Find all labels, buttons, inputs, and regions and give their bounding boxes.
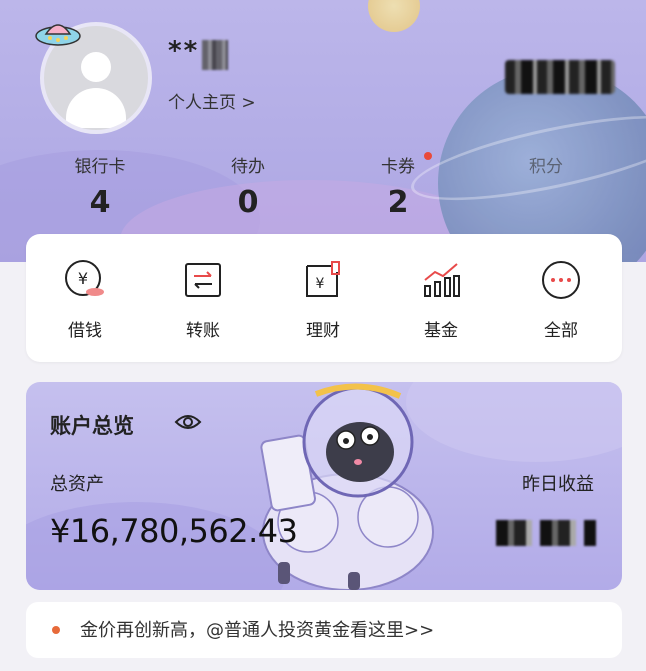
stat-todo[interactable]: 待办 0 (198, 152, 298, 220)
stat-label: 卡券 (381, 157, 415, 177)
notification-dot (424, 152, 432, 160)
stat-value: 4 (89, 185, 111, 220)
action-label: 转账 (186, 321, 220, 341)
news-notice-bar[interactable]: 金价再创新高，@普通人投资黄金看这里>> (26, 602, 622, 658)
stat-label: 银行卡 (74, 157, 126, 177)
masked-yesterday-earnings (496, 520, 596, 546)
svg-text:¥: ¥ (316, 276, 325, 292)
stat-value: 0 (237, 185, 259, 220)
bullet-dot (52, 626, 60, 634)
masked-info (505, 60, 615, 94)
action-label: 基金 (424, 321, 458, 341)
background-swirl (406, 382, 622, 462)
action-borrow[interactable]: ¥ 借钱 (40, 258, 130, 341)
fund-chart-icon (419, 258, 463, 302)
stats-row: 银行卡 4 待办 0 卡券 2 积分 (0, 152, 646, 232)
svg-text:¥: ¥ (78, 269, 88, 288)
account-overview-card[interactable]: 账户总览 总资产 ¥16,780,562.43 昨日收益 (26, 382, 622, 590)
masked-name (202, 40, 228, 70)
action-label: 全部 (544, 321, 578, 341)
eye-icon[interactable] (174, 412, 202, 432)
more-dots-icon (539, 258, 583, 302)
wealth-doc-icon: ¥ (301, 258, 345, 302)
overview-title: 账户总览 (50, 414, 134, 438)
action-transfer[interactable]: 转账 (158, 258, 248, 341)
quick-actions-grid: ¥ 借钱 转账 ¥ 理财 基金 全部 (26, 234, 622, 362)
yesterday-earnings-label: 昨日收益 (522, 474, 594, 495)
stat-label: 待办 (231, 157, 265, 177)
action-label: 借钱 (68, 321, 102, 341)
ufo-icon (35, 24, 81, 46)
stat-coupons[interactable]: 卡券 2 (348, 152, 448, 220)
transfer-icon (181, 258, 225, 302)
header-banner: ** 个人主页 > 银行卡 4 待办 0 卡券 2 积分 (0, 0, 646, 262)
stat-points[interactable]: 积分 (496, 152, 596, 185)
action-label: 理财 (306, 321, 340, 341)
action-wealth[interactable]: ¥ 理财 (278, 258, 368, 341)
action-fund[interactable]: 基金 (396, 258, 486, 341)
total-assets-value: ¥16,780,562.43 (50, 512, 298, 550)
app-screen: ** 个人主页 > 银行卡 4 待办 0 卡券 2 积分 ¥ 借钱 转账 ¥ 理… (0, 0, 646, 671)
user-name: ** (168, 36, 200, 66)
action-all[interactable]: 全部 (516, 258, 606, 341)
stat-value: 2 (387, 185, 409, 220)
notice-text[interactable]: 金价再创新高，@普通人投资黄金看这里>> (80, 616, 434, 642)
stat-label: 积分 (529, 157, 563, 177)
astronaut-sheep-mascot (260, 383, 434, 590)
yen-coin-icon: ¥ (63, 258, 107, 302)
sun-decoration (368, 0, 420, 32)
homepage-link[interactable]: 个人主页 > (168, 88, 256, 113)
total-assets-label: 总资产 (50, 474, 104, 495)
stat-bank-cards[interactable]: 银行卡 4 (50, 152, 150, 220)
